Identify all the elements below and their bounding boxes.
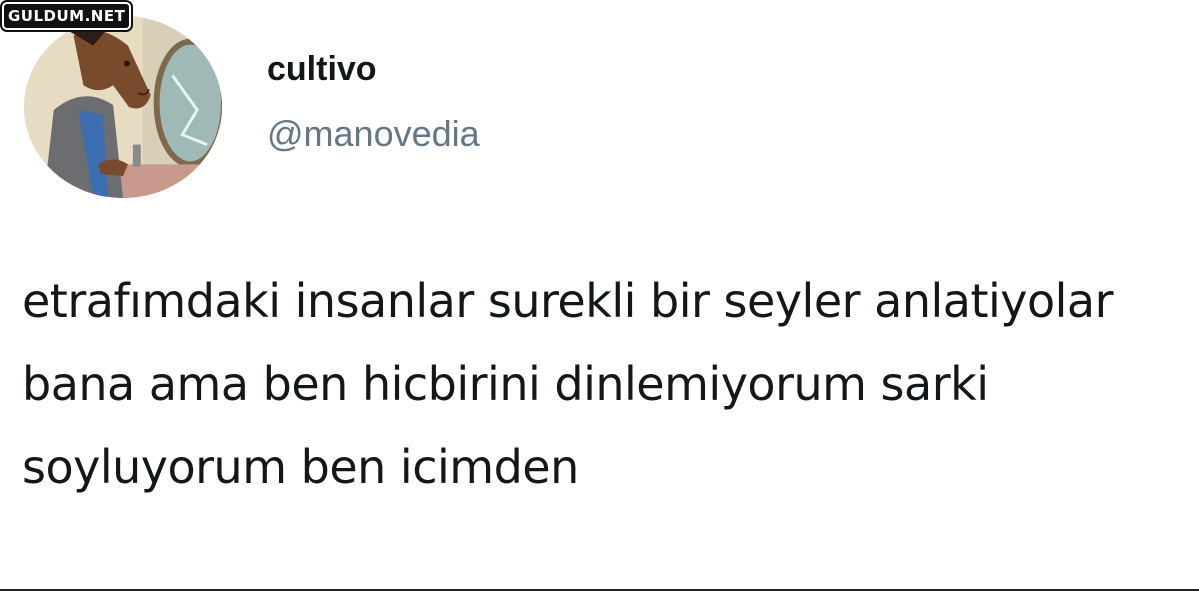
profile-avatar[interactable] bbox=[24, 16, 222, 198]
display-name[interactable]: cultivo bbox=[267, 50, 377, 89]
tweet-text: etrafımdaki insanlar surekli bir seyler … bbox=[22, 274, 1114, 494]
bojack-horseman-avatar-icon bbox=[24, 16, 222, 198]
site-watermark: GULDUM.NET bbox=[2, 2, 132, 30]
divider bbox=[0, 589, 1199, 591]
user-handle[interactable]: @manovedia bbox=[267, 113, 480, 155]
